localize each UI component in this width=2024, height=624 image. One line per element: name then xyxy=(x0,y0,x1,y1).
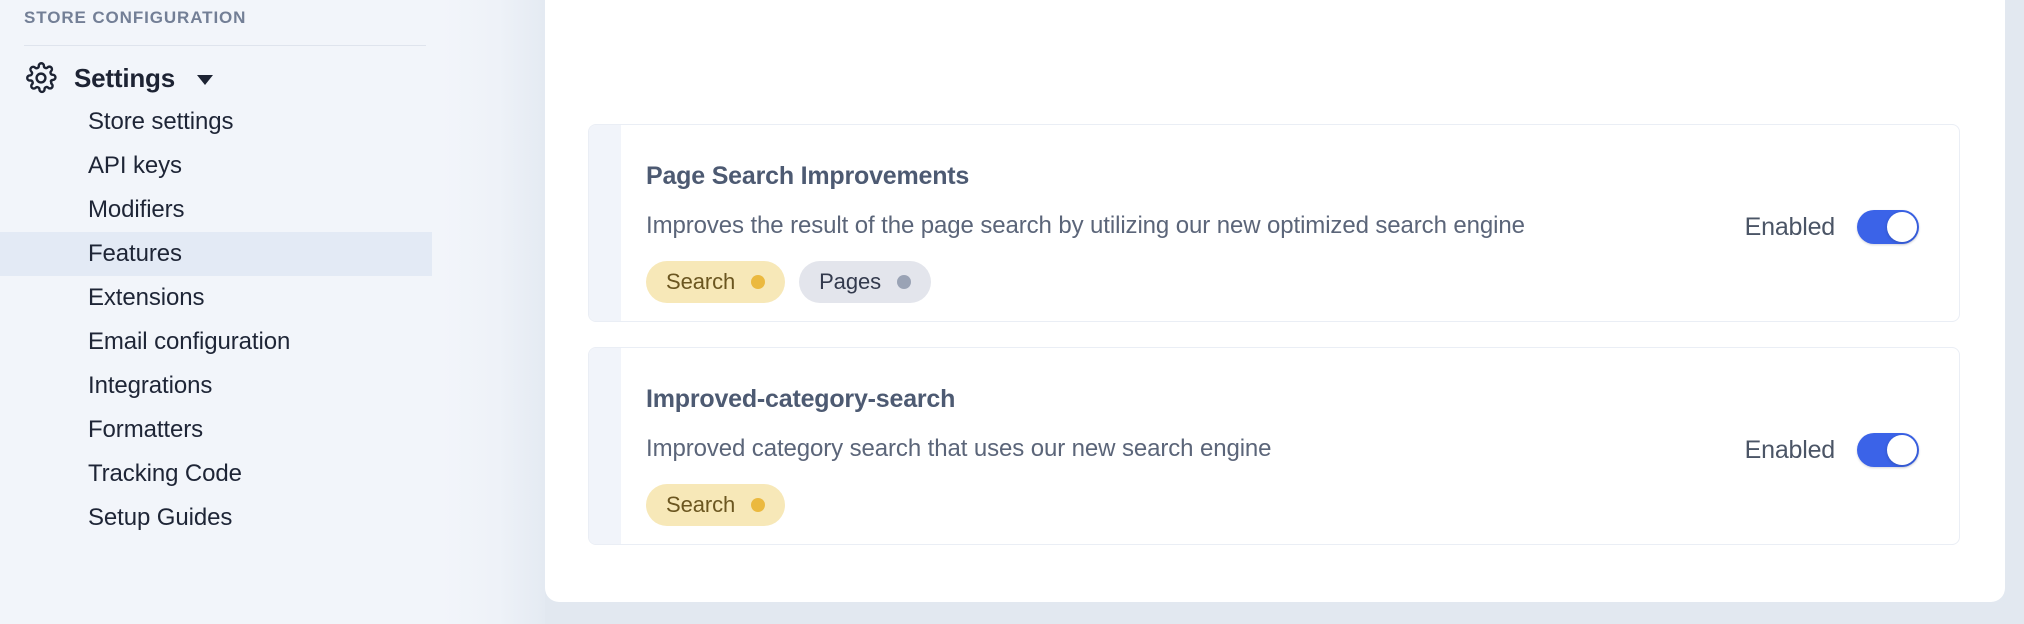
feature-description: Improved category search that uses our n… xyxy=(646,435,1272,462)
card-inner: Page Search Improvements Improves the res… xyxy=(621,125,1959,321)
toggle-knob xyxy=(1887,212,1917,242)
sidebar-item-label: Modifiers xyxy=(88,196,185,223)
tag-dot-icon xyxy=(751,498,766,512)
features-content-panel: Page Search Improvements Improves the res… xyxy=(545,0,2005,602)
feature-tag-label: Pages xyxy=(819,269,881,294)
sidebar-item-label: API keys xyxy=(88,152,182,179)
sidebar-item-features[interactable]: Features xyxy=(0,232,432,276)
sidebar-item-tracking-code[interactable]: Tracking Code xyxy=(0,452,440,496)
feature-toggle-zone: Enabled xyxy=(1745,125,1959,244)
card-accent-stripe xyxy=(589,348,621,544)
sidebar-group-settings[interactable]: Settings xyxy=(24,56,284,100)
sidebar-item-formatters[interactable]: Formatters xyxy=(0,408,440,452)
sidebar-item-label: Formatters xyxy=(88,416,204,443)
sidebar-item-modifiers[interactable]: Modifiers xyxy=(0,188,440,232)
sidebar-item-label: Extensions xyxy=(88,284,205,311)
feature-description: Improves the result of the page search b… xyxy=(646,212,1525,239)
sidebar-item-integrations[interactable]: Integrations xyxy=(0,364,440,408)
card-inner: Improved-category-search Improved categor… xyxy=(621,348,1959,544)
sidebar-item-label: Integrations xyxy=(88,372,213,399)
card-accent-stripe xyxy=(589,125,621,321)
toggle-knob xyxy=(1887,435,1917,465)
feature-tag-row: Search xyxy=(646,484,1745,526)
feature-enable-toggle[interactable] xyxy=(1857,433,1919,467)
tag-dot-icon xyxy=(751,275,766,289)
sidebar-settings-label: Settings xyxy=(74,62,175,93)
card-body: Improved-category-search Improved categor… xyxy=(621,348,1745,526)
toggle-state-label: Enabled xyxy=(1744,435,1836,464)
settings-sidebar: STORE CONFIGURATION Settings Store setti… xyxy=(0,0,545,624)
feature-title: Improved-category-search xyxy=(646,385,956,413)
feature-card-list: Page Search Improvements Improves the res… xyxy=(588,124,1960,570)
feature-card: Improved-category-search Improved categor… xyxy=(588,347,1960,545)
tag-dot-icon xyxy=(897,275,911,289)
sidebar-item-store-settings[interactable]: Store settings xyxy=(0,100,440,144)
feature-tag-row: Search Pages xyxy=(646,261,1745,303)
sidebar-item-label: Setup Guides xyxy=(88,504,233,531)
feature-enable-toggle[interactable] xyxy=(1857,210,1919,244)
sidebar-nav-list: Store settings API keys Modifiers Features E… xyxy=(0,100,440,540)
feature-card: Page Search Improvements Improves the res… xyxy=(588,124,1960,322)
chevron-down-icon[interactable] xyxy=(196,75,213,85)
feature-tag-label: Search xyxy=(666,269,736,294)
sidebar-item-setup-guides[interactable]: Setup Guides xyxy=(0,496,440,540)
card-body: Page Search Improvements Improves the res… xyxy=(621,125,1745,303)
sidebar-item-label: Store settings xyxy=(88,108,234,135)
sidebar-item-extensions[interactable]: Extensions xyxy=(0,276,440,320)
sidebar-divider xyxy=(24,45,426,46)
sidebar-edge-shadow xyxy=(440,0,545,624)
feature-tag-label: Search xyxy=(666,492,736,517)
feature-tag-pages[interactable]: Pages xyxy=(799,261,931,303)
sidebar-item-label: Email configuration xyxy=(88,328,291,355)
sidebar-item-email-configuration[interactable]: Email configuration xyxy=(0,320,440,364)
feature-tag-search[interactable]: Search xyxy=(646,484,786,526)
feature-tag-search[interactable]: Search xyxy=(646,261,786,303)
feature-toggle-zone: Enabled xyxy=(1745,348,1959,467)
toggle-state-label: Enabled xyxy=(1744,212,1836,241)
sidebar-section-label: STORE CONFIGURATION xyxy=(24,8,247,27)
sidebar-item-label: Features xyxy=(88,240,182,267)
sidebar-item-api-keys[interactable]: API keys xyxy=(0,144,440,188)
gear-icon xyxy=(24,61,58,95)
feature-title: Page Search Improvements xyxy=(646,162,970,190)
sidebar-item-label: Tracking Code xyxy=(88,460,242,487)
